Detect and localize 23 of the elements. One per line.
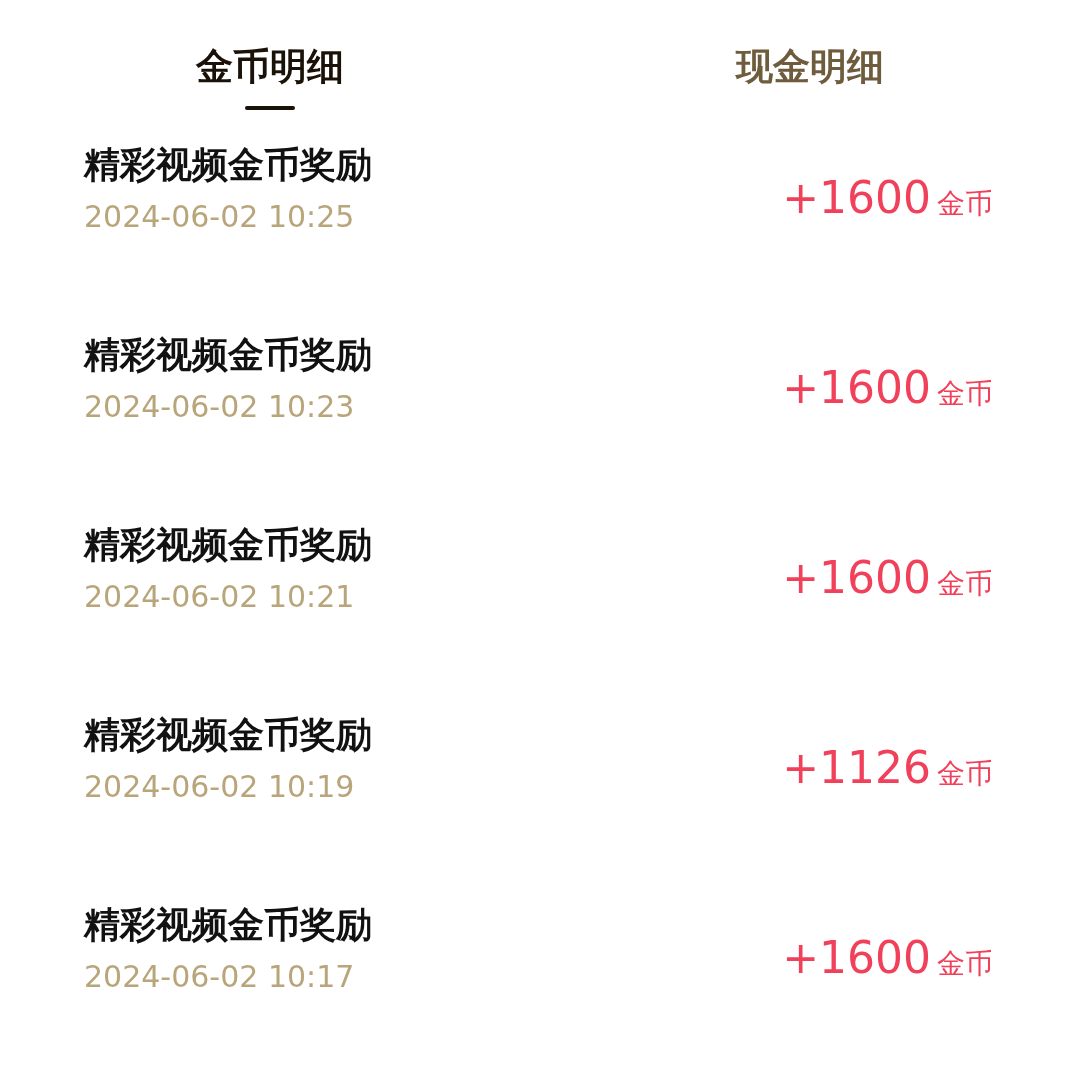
record-time: 2024-06-02 10:21 [84, 578, 356, 616]
tab[interactable]: 金币明细 [196, 42, 344, 92]
coin-amount: +1600 [782, 930, 931, 985]
coin-unit: 金币 [937, 185, 993, 222]
record-title: 精彩视频金币奖励 [84, 143, 372, 187]
record-title: 精彩视频金币奖励 [84, 523, 372, 567]
record-time: 2024-06-02 10:17 [84, 958, 356, 996]
record-time: 2024-06-02 10:23 [84, 388, 356, 426]
tab[interactable]: 现金明细 [736, 42, 884, 92]
coin-amount: +1126 [782, 740, 931, 795]
record-time: 2024-06-02 10:19 [84, 768, 356, 806]
coin-unit: 金币 [937, 755, 993, 792]
tab-underline [245, 106, 295, 110]
record-title: 精彩视频金币奖励 [84, 333, 372, 377]
record-time: 2024-06-02 10:25 [84, 198, 356, 236]
record-title: 精彩视频金币奖励 [84, 713, 372, 757]
record-title: 精彩视频金币奖励 [84, 903, 372, 947]
coin-amount: +1600 [782, 360, 931, 415]
coin-amount: +1600 [782, 170, 931, 225]
coin-amount: +1600 [782, 550, 931, 605]
coin-unit: 金币 [937, 565, 993, 602]
coin-unit: 金币 [937, 375, 993, 412]
coin-unit: 金币 [937, 945, 993, 982]
